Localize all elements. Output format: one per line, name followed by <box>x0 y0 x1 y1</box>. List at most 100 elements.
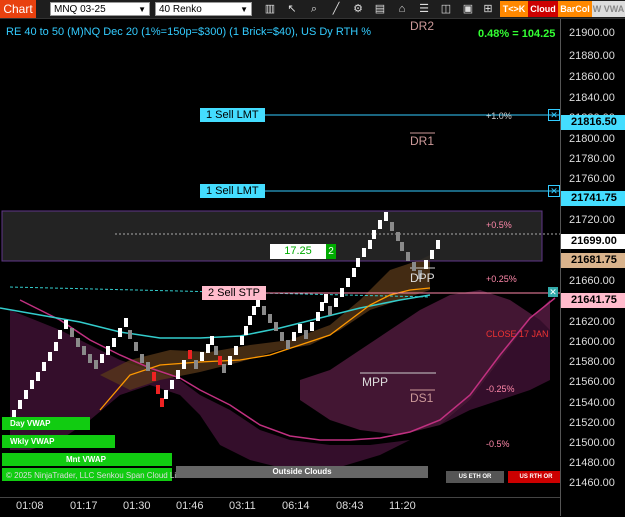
price-tick: 21600.00 <box>569 336 615 348</box>
renko-brick <box>262 306 266 315</box>
renko-brick <box>200 352 204 361</box>
barcol-button[interactable]: BarCol <box>558 1 592 17</box>
sell-stp-order[interactable]: 2 Sell STP <box>202 286 266 300</box>
split-icon[interactable]: ◫ <box>438 2 454 16</box>
renko-brick <box>176 370 180 379</box>
instrument-select[interactable]: MNQ 03-25 ▼ <box>50 2 150 16</box>
weekly-vwap-button[interactable]: Wkly VWAP <box>2 435 115 448</box>
renko-brick <box>352 268 356 277</box>
list-icon[interactable]: ☰ <box>416 2 432 16</box>
renko-brick <box>64 320 68 329</box>
pct-level-plus1: +1.0% <box>486 111 512 121</box>
instrument-value: MNQ 03-25 <box>54 4 106 15</box>
price-axis[interactable]: 21460.00 21480.00 21500.00 21520.00 21540.00… <box>560 19 625 516</box>
us-rth-or-button[interactable]: US RTH OR <box>508 471 564 483</box>
close-order-icon[interactable]: ✕ <box>548 287 558 297</box>
close-date-label: CLOSE 17 JAN <box>486 329 549 339</box>
position-price-marker: 21681.75 <box>561 253 625 268</box>
renko-brick <box>234 346 238 355</box>
time-tick: 01:17 <box>70 500 98 512</box>
renko-brick <box>400 242 404 251</box>
cloud-button[interactable]: Cloud <box>528 1 558 17</box>
zoom-icon[interactable]: ⌕ <box>306 2 322 16</box>
renko-brick <box>292 332 296 341</box>
renko-brick <box>18 400 22 409</box>
price-tick: 21540.00 <box>569 397 615 409</box>
renko-brick <box>30 380 34 389</box>
renko-brick <box>170 380 174 389</box>
cursor-icon[interactable]: ↖ <box>284 2 300 16</box>
renko-brick <box>310 322 314 331</box>
wvwa-button[interactable]: W VWA <box>592 1 625 17</box>
price-tick: 21520.00 <box>569 417 615 429</box>
order-price-marker: 21741.75 <box>561 191 625 206</box>
template-icon[interactable]: ▤ <box>372 2 388 16</box>
panel-icon[interactable]: ⊞ <box>480 2 496 16</box>
renko-brick <box>340 288 344 297</box>
sell-lmt-order-1[interactable]: 1 Sell LMT <box>200 108 265 122</box>
attach-icon[interactable]: ⌂ <box>394 2 410 16</box>
level-dr1: DR1 <box>410 134 435 148</box>
renko-brick <box>316 312 320 321</box>
monthly-vwap-button[interactable]: Mnt VWAP <box>2 453 172 466</box>
outside-clouds-bar[interactable]: Outside Clouds <box>176 466 428 478</box>
bar-type-select[interactable]: 40 Renko ▼ <box>155 2 252 16</box>
level-dr2: DR2 <box>410 19 435 33</box>
renko-brick <box>182 360 186 369</box>
renko-brick <box>94 360 98 369</box>
toolbar: Chart MNQ 03-25 ▼ 40 Renko ▼ ▥ ↖ ⌕ ╱ ⚙ ▤ ⌂… <box>0 0 625 19</box>
price-tick: 21800.00 <box>569 133 615 145</box>
bar-type-value: 40 Renko <box>159 4 202 15</box>
us-eth-or-button[interactable]: US ETH OR <box>446 471 504 483</box>
renko-brick <box>54 342 58 351</box>
time-tick: 11:20 <box>389 500 416 512</box>
position-pnl: 17.25 <box>270 244 326 259</box>
chart-plot-area[interactable]: RE 40 to 50 (M)NQ Dec 20 (1%=150p=$300) … <box>0 19 564 497</box>
renko-brick <box>320 302 324 311</box>
chevron-down-icon: ▼ <box>240 5 248 14</box>
level-dpp: DPP <box>410 271 435 285</box>
price-tick: 21660.00 <box>569 275 615 287</box>
price-tick: 21560.00 <box>569 376 615 388</box>
renko-brick <box>240 336 244 345</box>
renko-brick <box>396 232 400 241</box>
tk-button[interactable]: T<>K <box>500 1 528 17</box>
data-box-icon[interactable]: ▣ <box>460 2 476 16</box>
renko-brick <box>164 390 168 399</box>
renko-brick <box>412 262 416 271</box>
price-tick: 21620.00 <box>569 316 615 328</box>
chart-menu-button[interactable]: Chart <box>0 0 36 18</box>
draw-line-icon[interactable]: ╱ <box>328 2 344 16</box>
renko-brick <box>222 364 226 373</box>
renko-brick <box>124 318 128 327</box>
renko-brick <box>58 330 62 339</box>
properties-icon[interactable]: ⚙ <box>350 2 366 16</box>
bar-chart-icon[interactable]: ▥ <box>262 2 278 16</box>
sell-lmt-order-2[interactable]: 1 Sell LMT <box>200 184 265 198</box>
position-quantity[interactable]: 2 <box>326 244 336 259</box>
close-order-icon[interactable]: ✕ <box>548 185 560 197</box>
price-tick: 21860.00 <box>569 71 615 83</box>
day-vwap-button[interactable]: Day VWAP <box>2 417 90 430</box>
renko-brick <box>362 248 366 257</box>
renko-brick <box>424 260 428 269</box>
current-price-marker: 21699.00 <box>561 234 625 249</box>
close-order-icon[interactable]: ✕ <box>548 109 560 121</box>
renko-brick <box>218 356 222 365</box>
renko-brick <box>100 354 104 363</box>
renko-brick <box>298 324 302 333</box>
renko-brick <box>274 322 278 331</box>
copyright-text: © 2025 NinjaTrader, LLC Senkou Span Clou… <box>6 471 190 480</box>
pct-level-plus05: +0.5% <box>486 220 512 230</box>
renko-brick <box>206 344 210 353</box>
renko-brick <box>286 340 290 349</box>
renko-brick <box>70 328 74 337</box>
price-tick: 21480.00 <box>569 457 615 469</box>
price-tick: 21780.00 <box>569 153 615 165</box>
time-axis[interactable]: 01:08 01:17 01:30 01:46 03:11 06:14 08:4… <box>0 497 560 517</box>
renko-brick <box>390 222 394 231</box>
renko-brick <box>160 398 164 407</box>
renko-brick <box>244 326 248 335</box>
price-tick: 21840.00 <box>569 92 615 104</box>
renko-brick <box>356 258 360 267</box>
